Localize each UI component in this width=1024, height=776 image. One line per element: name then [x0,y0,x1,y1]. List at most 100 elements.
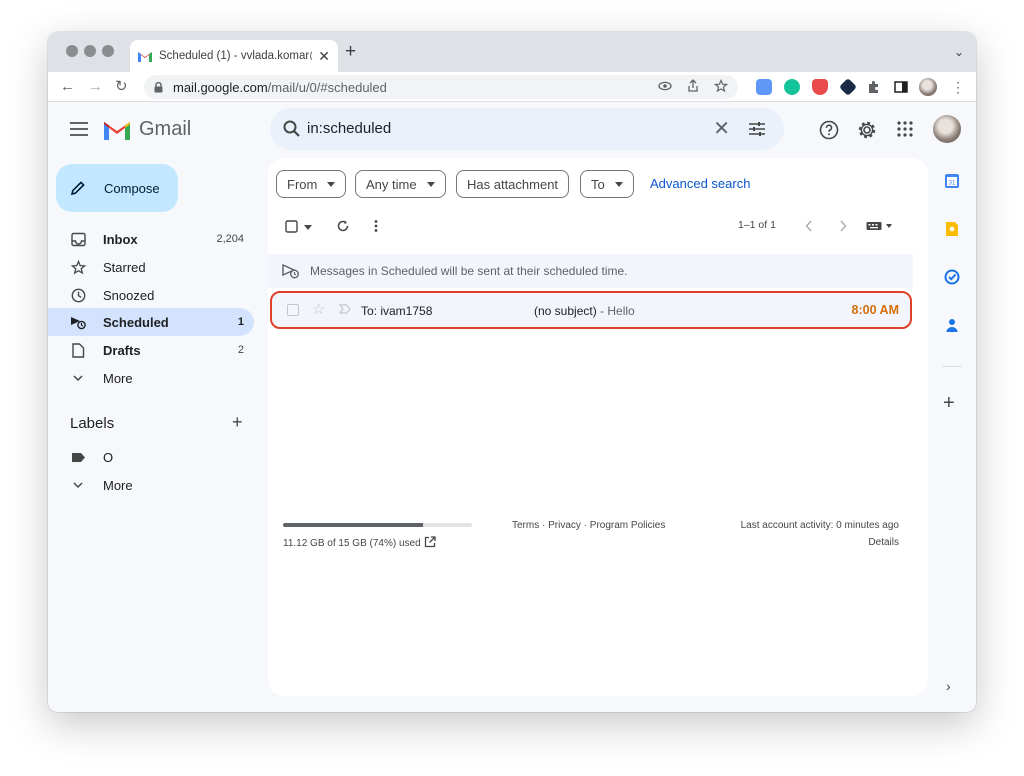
compose-label: Compose [104,180,160,196]
sidebar-item-label: Starred [103,259,146,275]
scheduled-info-banner: Messages in Scheduled will be sent at th… [268,254,913,288]
lock-icon [154,81,163,92]
filter-chip-to[interactable]: To [580,170,634,198]
address-bar[interactable]: mail.google.com/mail/u/0/#scheduled [144,75,738,99]
sidebar-labels-more[interactable]: More [48,471,254,499]
gmail-wordmark: Gmail [139,118,192,140]
tab-title: Scheduled (1) - vvlada.komar@ [159,50,313,62]
inbox-icon [70,231,86,247]
eye-icon[interactable] [658,79,672,93]
side-panel-icon[interactable] [893,79,909,95]
banner-text: Messages in Scheduled will be sent at th… [310,264,628,278]
grammarly-extension-icon[interactable] [784,79,800,95]
filter-chip-has-attachment[interactable]: Has attachment [456,170,570,198]
sidebar-item-starred[interactable]: Starred [48,253,254,281]
scheduled-send-icon [70,314,86,330]
profile-avatar-icon[interactable] [919,78,937,96]
url-path: /mail/u/0/#scheduled [267,79,387,95]
scheduled-time: 8:00 AM [851,303,899,317]
message-subject: (no subject) [534,304,597,318]
keep-icon[interactable] [944,221,960,237]
account-avatar[interactable] [933,115,961,143]
clear-search-icon[interactable]: ✕ [713,116,730,141]
draft-icon [70,342,86,358]
tasks-icon[interactable] [944,269,960,285]
filter-chip-any-time[interactable]: Any time [355,170,446,198]
sidebar-item-label: O [103,449,114,465]
chevron-down-icon [426,181,435,187]
url-host: mail.google.com [173,79,268,95]
open-in-new-icon[interactable] [424,536,436,548]
row-checkbox[interactable] [287,304,299,316]
more-actions-icon[interactable] [374,219,378,233]
puzzle-extensions-icon[interactable] [866,79,882,95]
bookmark-star-icon[interactable] [714,79,728,93]
rail-divider [942,366,962,367]
compose-button[interactable]: Compose [56,164,178,212]
select-all-checkbox[interactable] [285,220,298,233]
sidebar-item-label: More [103,477,133,493]
clock-icon [70,287,86,303]
table-row[interactable]: ☆ To: ivam1758 (no subject) - Hello 8:00… [270,291,912,329]
share-icon[interactable] [686,79,700,93]
new-tab-button[interactable]: + [345,42,356,61]
reload-icon[interactable]: ↻ [115,77,128,97]
back-icon[interactable]: ← [60,77,75,97]
create-label-icon[interactable]: + [232,412,243,433]
chip-label: From [287,176,318,192]
search-bar[interactable]: in:scheduled ✕ [270,108,784,150]
message-recipient: To: ivam1758 [361,304,433,318]
storage-usage-bar [283,523,472,527]
search-options-icon[interactable] [748,120,766,138]
apps-grid-icon[interactable] [896,120,914,138]
advanced-search-link[interactable]: Advanced search [650,176,750,191]
sidebar-item-more[interactable]: More [48,364,254,392]
scheduled-send-icon [282,263,299,279]
tab-strip: Scheduled (1) - vvlada.komar@ ✕ + ⌄ [48,32,976,72]
zoom-window-button[interactable] [102,45,114,57]
sidebar-item-inbox[interactable]: Inbox 2,204 [48,225,254,253]
main-menu-icon[interactable] [70,122,88,140]
translate-extension-icon[interactable] [756,79,772,95]
sidebar-item-snoozed[interactable]: Snoozed [48,281,254,309]
main-pane: From Any time Has attachment To Advanced… [268,158,928,696]
star-icon[interactable]: ☆ [312,300,325,318]
sidebar-label-o[interactable]: O [48,443,254,471]
details-link[interactable]: Details [868,537,899,548]
prev-page-icon[interactable] [805,220,813,232]
gmail-logo-icon[interactable] [104,120,130,140]
search-input[interactable]: in:scheduled [307,120,391,137]
chip-label: Any time [366,176,417,192]
get-addons-icon[interactable]: + [943,392,955,415]
importance-marker-icon[interactable] [339,303,351,315]
show-side-panel-icon[interactable]: › [946,678,951,694]
contacts-icon[interactable] [944,317,960,333]
help-icon[interactable] [819,120,839,140]
shield-extension-icon[interactable] [812,79,828,95]
sidebar-item-drafts[interactable]: Drafts 2 [48,336,254,364]
next-page-icon[interactable] [839,220,847,232]
pencil-icon [70,181,85,196]
forward-icon[interactable]: → [88,77,103,97]
tab-close-icon[interactable]: ✕ [318,48,330,65]
last-account-activity: Last account activity: 0 minutes ago [740,520,899,531]
pagination-text: 1–1 of 1 [738,219,776,231]
filter-chip-from[interactable]: From [276,170,347,198]
sidebar-item-label: More [103,370,133,386]
browser-tab[interactable]: Scheduled (1) - vvlada.komar@ ✕ [130,40,338,72]
minimize-window-button[interactable] [84,45,96,57]
close-window-button[interactable] [66,45,78,57]
tab-search-icon[interactable]: ⌄ [954,45,964,59]
select-dropdown-icon[interactable] [304,225,312,230]
settings-gear-icon[interactable] [857,120,877,140]
more-menu-icon[interactable]: ⋮ [951,77,965,97]
calendar-icon[interactable]: 31 [944,173,960,189]
storage-usage-text: 11.12 GB of 15 GB (74%) used [283,538,421,549]
sidebar-item-scheduled[interactable]: Scheduled 1 [48,308,254,336]
footer-policy-links[interactable]: Terms · Privacy · Program Policies [512,520,665,531]
message-snippet: - Hello [596,304,635,318]
search-icon[interactable] [282,119,302,139]
refresh-icon[interactable] [336,219,350,233]
input-tools-keyboard-icon[interactable] [866,221,896,231]
hexagon-extension-icon[interactable] [838,77,858,97]
